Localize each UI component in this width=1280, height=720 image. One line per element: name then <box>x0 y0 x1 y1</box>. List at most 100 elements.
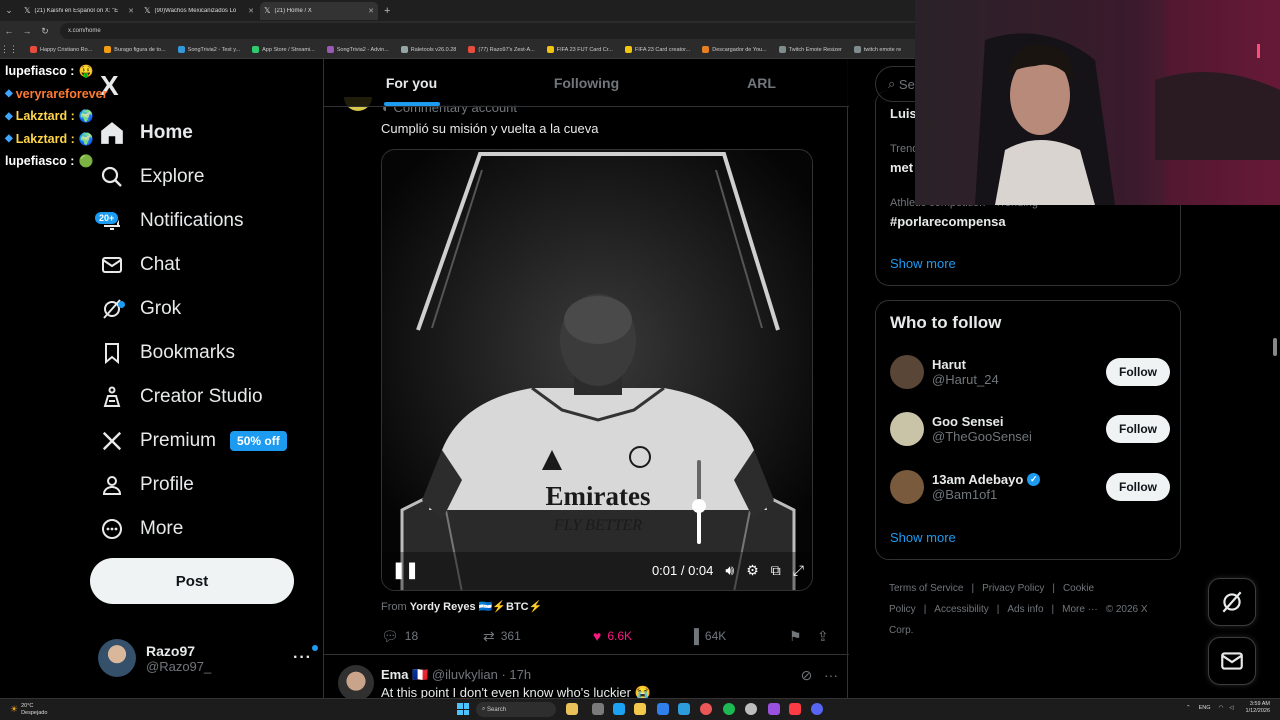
bookmark-post-icon[interactable]: ⚑ <box>789 628 817 645</box>
bookmark-item[interactable]: Happy Cristiano Ro... <box>30 46 92 53</box>
footer-link[interactable]: Ads info <box>1007 604 1043 615</box>
bookmark-item[interactable]: App Store / Streami... <box>252 46 315 53</box>
taskbar-app-icon[interactable] <box>678 703 690 715</box>
tab-arl[interactable]: ARL <box>674 59 849 106</box>
trend-name[interactable]: met <box>890 160 913 175</box>
bookmark-item[interactable]: SongTrivia2 - Test y... <box>177 46 240 53</box>
share-icon[interactable]: ⇪ <box>817 628 835 645</box>
avatar[interactable] <box>338 665 374 701</box>
pause-icon[interactable]: ❚❚ <box>392 560 419 580</box>
bookmark-item[interactable]: Twitch Emote Resizer <box>778 46 842 53</box>
bookmark-item[interactable]: twitch emote re <box>853 46 901 53</box>
bookmark-item[interactable]: Burago figura de to... <box>104 46 166 53</box>
nav-creator-studio[interactable]: Creator Studio <box>98 377 263 417</box>
browser-tab[interactable]: 𝕏 (21) Kaishi en Español on X: "E ✕ <box>20 2 138 20</box>
volume-slider[interactable] <box>692 460 706 544</box>
close-icon[interactable]: ✕ <box>128 7 134 15</box>
url-input[interactable]: x.com/home <box>60 23 940 39</box>
volume-icon[interactable]: ◁ <box>1229 705 1233 711</box>
footer-link[interactable]: More ··· <box>1062 604 1098 615</box>
next-post-author[interactable]: Ema 🇫🇷 <box>381 667 428 682</box>
taskbar-app-icon[interactable] <box>566 703 578 715</box>
fullscreen-icon[interactable]: ⤢ <box>793 562 804 579</box>
taskbar-app-icon[interactable] <box>768 703 780 715</box>
grok-icon[interactable]: ⊘ <box>801 667 813 683</box>
like-button[interactable]: ♥ 6.6K <box>593 628 689 644</box>
views-button[interactable]: ▐ 64K <box>689 628 789 644</box>
nav-bookmarks[interactable]: Bookmarks <box>98 333 235 373</box>
bookmark-item[interactable]: Descargador de You... <box>702 46 767 53</box>
reply-button[interactable]: 💬︎ 18 <box>381 628 483 645</box>
language-indicator[interactable]: ENG <box>1199 705 1211 711</box>
follow-suggestion[interactable]: Goo Sensei @TheGooSensei Follow <box>890 409 1170 449</box>
more-horizontal-icon[interactable]: ··· <box>824 667 838 683</box>
taskbar-app-icon[interactable] <box>745 703 757 715</box>
nav-grok[interactable]: Grok <box>98 289 181 329</box>
clock[interactable]: 3:59 AM 1/12/2026 <box>1246 701 1270 715</box>
taskbar-search-input[interactable]: ⌕ Search <box>476 702 556 717</box>
spotify-icon[interactable] <box>723 703 735 715</box>
footer-link[interactable]: Accessibility <box>934 604 988 615</box>
avatar[interactable] <box>890 470 924 504</box>
more-horizontal-icon[interactable]: ··· <box>293 645 318 667</box>
discord-icon[interactable] <box>811 703 823 715</box>
follow-button[interactable]: Follow <box>1106 415 1170 443</box>
close-icon[interactable]: ✕ <box>368 7 374 15</box>
nav-chat[interactable]: Chat <box>98 245 180 285</box>
reload-icon[interactable]: ↻ <box>36 26 54 37</box>
account-switcher[interactable]: Razo97 @Razo97_ ··· <box>98 636 318 680</box>
trend-name[interactable]: Luis <box>890 106 917 121</box>
tab-for-you[interactable]: For you <box>324 59 499 106</box>
trend-name[interactable]: #porlarecompensa <box>890 214 1006 229</box>
grok-floating-button[interactable] <box>1208 578 1256 626</box>
nav-notifications[interactable]: 20+ Notifications <box>94 201 244 241</box>
back-icon[interactable]: ← <box>0 26 18 36</box>
post-text: Cumplió su misión y vuelta a la cueva <box>381 121 599 136</box>
new-tab-icon[interactable]: + <box>384 5 390 17</box>
nav-profile[interactable]: Profile <box>98 465 194 505</box>
browser-tab-active[interactable]: 𝕏 (21) Home / X ✕ <box>260 1 378 20</box>
picture-in-picture-icon[interactable]: ⧉ <box>771 562 781 579</box>
trends-show-more-link[interactable]: Show more <box>890 256 956 271</box>
bookmark-item[interactable]: SongTrivia2 - Advin... <box>326 46 389 53</box>
tray-chevron-icon[interactable]: ⌃ <box>1186 705 1191 711</box>
apps-grid-icon[interactable]: ⋮⋮ <box>0 44 18 55</box>
close-icon[interactable]: ✕ <box>248 7 254 15</box>
browser-tab[interactable]: 𝕏 (90)Wachos Mexicanizados Lo ✕ <box>140 2 258 20</box>
avatar[interactable] <box>890 412 924 446</box>
edge-icon[interactable] <box>613 703 625 715</box>
repost-button[interactable]: ⇄ 361 <box>483 628 593 645</box>
volume-icon[interactable]: 🔊︎ <box>725 562 734 579</box>
taskbar-app-icon[interactable] <box>592 703 604 715</box>
page-scrollbar[interactable] <box>1273 338 1277 356</box>
bookmark-item[interactable]: (77) Razo97's Zest-A... <box>468 46 535 53</box>
bookmark-item[interactable]: Raletools v26.0.28 <box>400 46 456 53</box>
follow-button[interactable]: Follow <box>1106 473 1170 501</box>
music-app-icon[interactable] <box>789 703 801 715</box>
from-name[interactable]: Yordy Reyes 🇭🇳⚡BTC⚡ <box>410 601 543 613</box>
bookmark-item[interactable]: FIFA 23 FUT Card Cr... <box>546 46 613 53</box>
footer-link[interactable]: Terms of Service <box>889 583 963 594</box>
follow-suggestion[interactable]: 13am Adebayo ✓ @Bam1of1 Follow <box>890 467 1170 507</box>
wifi-icon[interactable]: ◠ <box>1218 705 1223 711</box>
chrome-icon[interactable] <box>700 703 712 715</box>
footer-link[interactable]: Privacy Policy <box>982 583 1044 594</box>
windows-start-icon[interactable] <box>457 703 469 715</box>
follow-suggestion[interactable]: Harut @Harut_24 Follow <box>890 352 1170 392</box>
follow-button[interactable]: Follow <box>1106 358 1170 386</box>
post-button[interactable]: Post <box>90 558 294 604</box>
messages-floating-button[interactable] <box>1208 637 1256 685</box>
weather-widget[interactable]: ☀ 20°C Despejado <box>10 703 47 717</box>
file-explorer-icon[interactable] <box>634 703 646 715</box>
taskbar-app-icon[interactable] <box>657 703 669 715</box>
who-to-follow-show-more-link[interactable]: Show more <box>890 530 956 545</box>
video-player[interactable]: Emirates FLY BETTER ❚❚ 0:01 / 0:04 🔊︎ ⚙ … <box>381 149 813 591</box>
forward-icon[interactable]: → <box>18 26 36 36</box>
nav-premium[interactable]: Premium 50% off <box>98 421 287 461</box>
settings-gear-icon[interactable]: ⚙ <box>746 562 759 579</box>
nav-more[interactable]: More <box>98 509 183 549</box>
tab-following[interactable]: Following <box>499 59 674 106</box>
bookmark-item[interactable]: FIFA 23 Card creator... <box>624 46 690 53</box>
tab-search-icon[interactable]: ⌄ <box>0 2 18 20</box>
avatar[interactable] <box>890 355 924 389</box>
